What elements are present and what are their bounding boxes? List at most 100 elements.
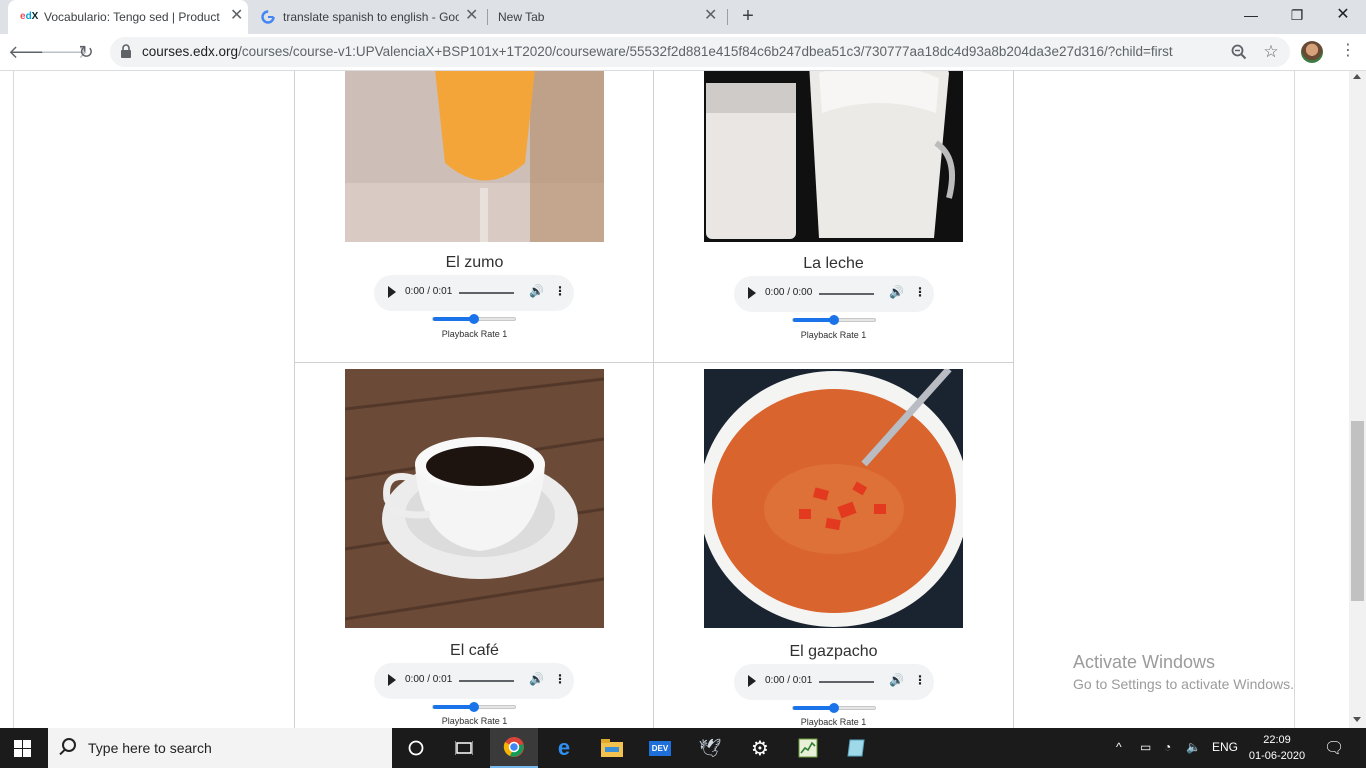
task-view-icon[interactable] — [440, 728, 488, 768]
playback-rate-slider[interactable] — [792, 703, 876, 713]
tab-new-tab[interactable]: New Tab ✕ — [488, 0, 726, 34]
rate-slider-knob[interactable] — [469, 314, 479, 324]
play-icon[interactable] — [388, 674, 396, 686]
scrollbar-thumb[interactable] — [1351, 421, 1364, 601]
profile-avatar[interactable] — [1301, 41, 1323, 63]
item-caption: El gazpacho — [789, 643, 878, 660]
reload-button[interactable]: ↻ — [72, 38, 100, 66]
audio-progress-bar[interactable] — [819, 681, 874, 683]
tab-strip: edX Vocabulario: Tengo sed | Product ✕ t… — [0, 0, 1366, 34]
dev-app-icon[interactable]: DEV — [636, 728, 684, 768]
activate-windows-watermark: Activate Windows Go to Settings to activ… — [1073, 652, 1294, 692]
watermark-subtitle: Go to Settings to activate Windows. — [1073, 676, 1294, 692]
grid-divider — [294, 362, 1014, 363]
gazpacho-image — [704, 369, 963, 628]
audio-progress-bar[interactable] — [819, 293, 874, 295]
volume-icon[interactable]: 🔊 — [529, 672, 544, 686]
volume-icon[interactable]: 🔊 — [529, 284, 544, 298]
item-caption: La leche — [803, 255, 864, 272]
volume-icon[interactable]: 🔊 — [889, 673, 904, 687]
tab-translate[interactable]: translate spanish to english - Goo ✕ — [249, 0, 487, 34]
volume-tray-icon[interactable]: 🔈 — [1186, 740, 1201, 754]
search-placeholder: Type here to search — [88, 740, 212, 756]
bird-app-icon[interactable]: 🕊 — [686, 728, 734, 768]
close-tab-icon[interactable]: ✕ — [704, 8, 717, 24]
page-content: El zumo 0:00 / 0:01 🔊 ⋮ Playback Rate 1 … — [0, 71, 1366, 728]
search-icon — [62, 738, 76, 752]
rate-slider-fill — [433, 705, 474, 709]
audio-progress-bar[interactable] — [459, 680, 514, 682]
chrome-taskbar-icon[interactable] — [490, 728, 538, 768]
edge-icon[interactable]: e — [540, 728, 588, 768]
clock-time: 22:09 — [1263, 734, 1291, 746]
audio-player[interactable]: 0:00 / 0:00 🔊 ⋮ — [734, 276, 934, 312]
task-manager-icon[interactable] — [784, 728, 832, 768]
edx-icon: edX — [20, 11, 39, 22]
item-caption: El zumo — [445, 254, 504, 271]
rate-slider-knob[interactable] — [829, 315, 839, 325]
volume-icon[interactable]: 🔊 — [889, 285, 904, 299]
close-tab-icon[interactable]: ✕ — [465, 8, 478, 24]
cortana-icon[interactable] — [392, 728, 440, 768]
chrome-menu-icon[interactable]: ⋮ — [1340, 40, 1356, 60]
audio-player[interactable]: 0:00 / 0:01 🔊 ⋮ — [374, 275, 574, 311]
system-clock[interactable]: 22:09 01-06-2020 — [1244, 732, 1310, 764]
page-frame-border — [13, 71, 14, 728]
rate-slider-knob[interactable] — [469, 702, 479, 712]
windows-taskbar: Type here to search e DEV 🕊 ⚙ ^ ▭ ◔ 🔈 EN… — [0, 728, 1366, 768]
notifications-icon[interactable]: 🗨 — [1324, 738, 1344, 758]
more-options-icon[interactable]: ⋮ — [554, 672, 566, 686]
close-tab-icon[interactable]: ✕ — [230, 8, 243, 24]
audio-time: 0:00 / 0:01 — [405, 286, 453, 297]
page-frame-border — [1294, 71, 1295, 728]
playback-rate-slider[interactable] — [432, 314, 516, 324]
settings-gear-icon[interactable]: ⚙ — [736, 728, 784, 768]
play-icon[interactable] — [748, 675, 756, 687]
start-button[interactable] — [14, 740, 31, 757]
clock-date: 01-06-2020 — [1248, 750, 1306, 762]
restore-button[interactable]: ❐ — [1274, 0, 1320, 30]
bookmark-star-icon[interactable]: ☆ — [1262, 43, 1280, 61]
file-explorer-icon[interactable] — [588, 728, 636, 768]
playback-rate-label: Playback Rate 1 — [441, 329, 508, 339]
audio-player[interactable]: 0:00 / 0:01 🔊 ⋮ — [374, 663, 574, 699]
juice-image — [345, 71, 604, 242]
scroll-up-arrow-icon[interactable] — [1353, 74, 1361, 79]
more-options-icon[interactable]: ⋮ — [554, 284, 566, 298]
tab-title: Vocabulario: Tengo sed | Product — [44, 10, 220, 24]
rate-slider-knob[interactable] — [829, 703, 839, 713]
audio-progress-bar[interactable] — [459, 292, 514, 294]
close-window-button[interactable]: ✕ — [1320, 0, 1366, 30]
vertical-scrollbar[interactable] — [1349, 71, 1366, 728]
play-icon[interactable] — [748, 287, 756, 299]
wifi-icon[interactable]: ◔ — [1164, 740, 1171, 754]
playback-rate-label: Playback Rate 1 — [800, 330, 867, 340]
audio-player[interactable]: 0:00 / 0:01 🔊 ⋮ — [734, 664, 934, 700]
new-tab-button[interactable]: + — [737, 5, 759, 27]
audio-time: 0:00 / 0:01 — [765, 675, 813, 686]
address-bar[interactable]: courses.edx.org/courses/course-v1:UPVale… — [110, 37, 1290, 67]
playback-rate-slider[interactable] — [792, 315, 876, 325]
play-icon[interactable] — [388, 286, 396, 298]
language-indicator[interactable]: ENG — [1212, 740, 1238, 754]
playback-rate-slider[interactable] — [432, 702, 516, 712]
playback-rate-label: Playback Rate 1 — [441, 716, 508, 726]
audio-time: 0:00 / 0:01 — [405, 674, 453, 685]
more-options-icon[interactable]: ⋮ — [914, 673, 926, 687]
minimize-button[interactable]: — — [1228, 0, 1274, 30]
notes-app-icon[interactable] — [832, 728, 880, 768]
back-button[interactable]: 🡐 — [8, 38, 56, 66]
tab-vocabulario[interactable]: edX Vocabulario: Tengo sed | Product ✕ — [8, 0, 248, 34]
url-path: /courses/course-v1:UPValenciaX+BSP101x+1… — [238, 44, 1173, 59]
show-hidden-icons-icon[interactable]: ^ — [1116, 740, 1122, 754]
url-host: courses.edx.org — [142, 44, 239, 59]
scroll-down-arrow-icon[interactable] — [1353, 717, 1361, 722]
tab-separator — [727, 9, 728, 25]
battery-icon[interactable]: ▭ — [1140, 740, 1151, 754]
zoom-icon[interactable] — [1230, 43, 1248, 61]
lock-icon — [121, 44, 131, 58]
forward-button[interactable]: 🡒 — [40, 38, 88, 66]
more-options-icon[interactable]: ⋮ — [914, 285, 926, 299]
taskbar-search[interactable]: Type here to search — [48, 728, 392, 768]
item-caption: El café — [450, 642, 499, 659]
